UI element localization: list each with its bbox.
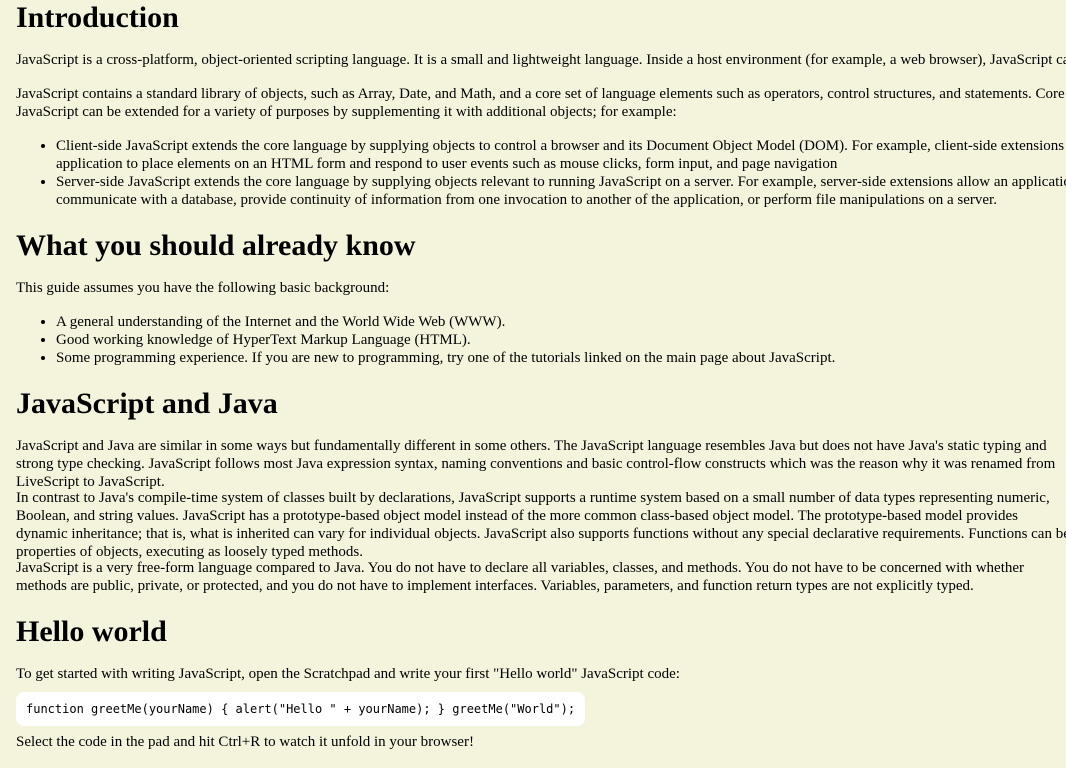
- know-paragraph: This guide assumes you have the followin…: [16, 280, 390, 296]
- heading-introduction: Introduction: [16, 1, 179, 34]
- hello-paragraph-2: Select the code in the pad and hit Ctrl+…: [16, 734, 474, 750]
- list-item: Client-side JavaScript extends the core …: [56, 137, 1066, 173]
- list-item: Good working knowledge of HyperText Mark…: [56, 331, 1056, 349]
- list-item: Some programming experience. If you are …: [56, 349, 1056, 367]
- know-list: A general understanding of the Internet …: [16, 313, 1056, 367]
- java-paragraph-3: JavaScript is a very free-form language …: [16, 560, 1025, 594]
- hello-paragraph: To get started with writing JavaScript, …: [16, 666, 680, 682]
- heading-javascript-and-java: JavaScript and Java: [16, 387, 278, 420]
- intro-paragraph-1: JavaScript is a cross-platform, object-o…: [16, 52, 1066, 68]
- document-page: Introduction JavaScript is a cross-platf…: [0, 0, 1066, 768]
- list-item: Server-side JavaScript extends the core …: [56, 173, 1066, 209]
- intro-paragraph-2: JavaScript contains a standard library o…: [16, 86, 1065, 120]
- code-block[interactable]: function greetMe(yourName) { alert("Hell…: [16, 692, 586, 726]
- java-paragraph-1: JavaScript and Java are similar in some …: [16, 438, 1056, 490]
- heading-what-you-should-know: What you should already know: [16, 229, 416, 262]
- java-paragraph-2: In contrast to Java's compile-time syste…: [16, 490, 1066, 560]
- heading-hello-world: Hello world: [16, 615, 167, 648]
- list-item: A general understanding of the Internet …: [56, 313, 1056, 331]
- intro-list: Client-side JavaScript extends the core …: [16, 137, 1066, 209]
